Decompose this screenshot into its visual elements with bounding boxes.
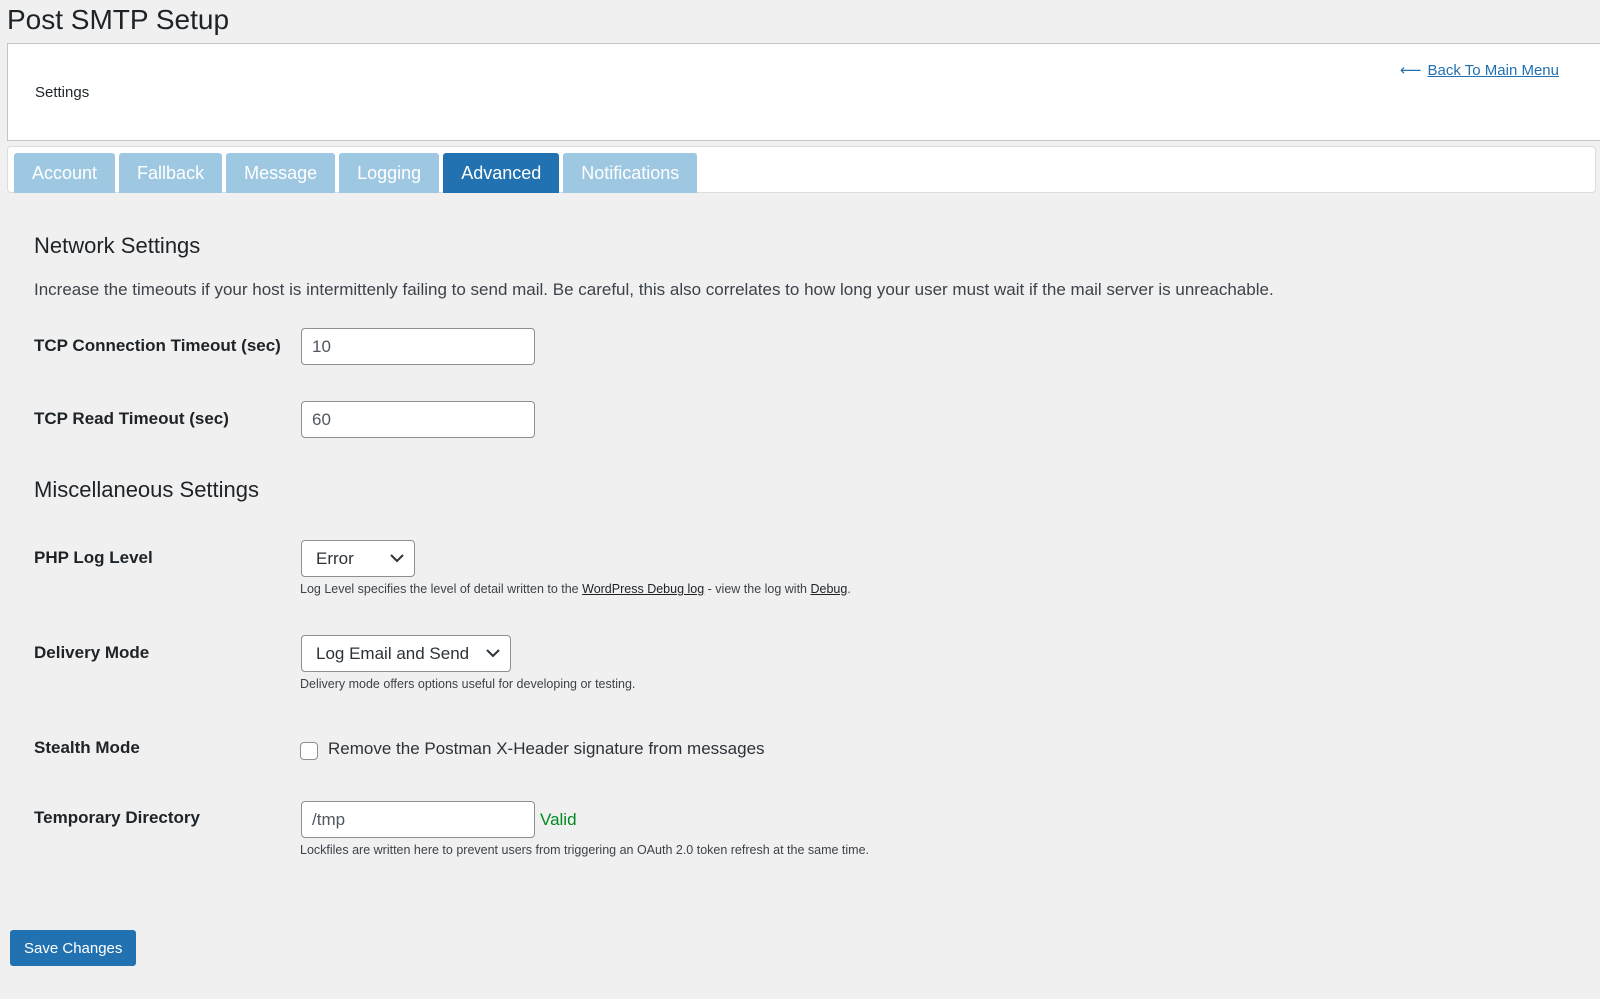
tab-notifications[interactable]: Notifications	[563, 153, 698, 193]
network-settings-title: Network Settings	[34, 233, 201, 258]
save-changes-button[interactable]: Save Changes	[10, 930, 137, 966]
delivery-mode-label: Delivery Mode	[34, 643, 150, 662]
stealth-mode-label: Stealth Mode	[34, 738, 140, 757]
php-log-help-middle: - view the log with	[704, 582, 811, 596]
tab-strip: Account Fallback Message Logging Advance…	[7, 146, 1596, 193]
tabs: Account Fallback Message Logging Advance…	[14, 153, 698, 193]
tab-message[interactable]: Message	[226, 153, 336, 193]
settings-label: Settings	[35, 84, 90, 101]
misc-settings-title: Miscellaneous Settings	[34, 477, 260, 502]
tcp-connection-timeout-label: TCP Connection Timeout (sec)	[34, 336, 281, 355]
delivery-mode-help: Delivery mode offers options useful for …	[300, 677, 636, 691]
tab-fallback[interactable]: Fallback	[119, 153, 223, 193]
php-log-level-select[interactable]: Error	[301, 540, 415, 577]
temporary-directory-label: Temporary Directory	[34, 808, 200, 827]
tcp-read-timeout-label: TCP Read Timeout (sec)	[34, 409, 229, 428]
back-to-main-menu[interactable]: ⟵ Back To Main Menu	[1400, 61, 1559, 80]
temporary-directory-help: Lockfiles are written here to prevent us…	[300, 843, 870, 857]
tcp-connection-timeout-input[interactable]	[301, 328, 535, 365]
php-log-help-text: Log Level specifies the level of detail …	[300, 582, 583, 596]
back-to-main-menu-link[interactable]: Back To Main Menu	[1428, 62, 1559, 79]
stealth-mode-row: Remove the Postman X-Header signature fr…	[300, 738, 765, 760]
debug-link[interactable]: Debug	[810, 582, 847, 596]
php-log-level-help: Log Level specifies the level of detail …	[300, 582, 851, 596]
chevron-down-icon	[486, 649, 500, 658]
tab-advanced[interactable]: Advanced	[443, 153, 560, 193]
php-log-help-suffix: .	[847, 582, 851, 596]
wordpress-debug-log-link[interactable]: WordPress Debug log	[582, 582, 704, 596]
network-settings-description: Increase the timeouts if your host is in…	[34, 280, 1274, 299]
tab-account[interactable]: Account	[14, 153, 116, 193]
chevron-down-icon	[390, 554, 404, 563]
temporary-directory-status: Valid	[540, 810, 577, 829]
php-log-level-value: Error	[316, 548, 354, 568]
delivery-mode-select[interactable]: Log Email and Send	[301, 635, 511, 672]
settings-header: Settings ⟵ Back To Main Menu	[7, 43, 1600, 141]
stealth-mode-checkbox[interactable]	[300, 742, 318, 760]
delivery-mode-value: Log Email and Send	[316, 643, 470, 663]
tab-logging[interactable]: Logging	[339, 153, 440, 193]
tcp-read-timeout-input[interactable]	[301, 401, 535, 438]
temporary-directory-input[interactable]	[301, 801, 535, 838]
page-title: Post SMTP Setup	[7, 4, 230, 35]
php-log-level-label: PHP Log Level	[34, 548, 153, 567]
arrow-left-icon: ⟵	[1400, 62, 1422, 79]
stealth-mode-checkbox-label[interactable]: Remove the Postman X-Header signature fr…	[328, 739, 765, 759]
